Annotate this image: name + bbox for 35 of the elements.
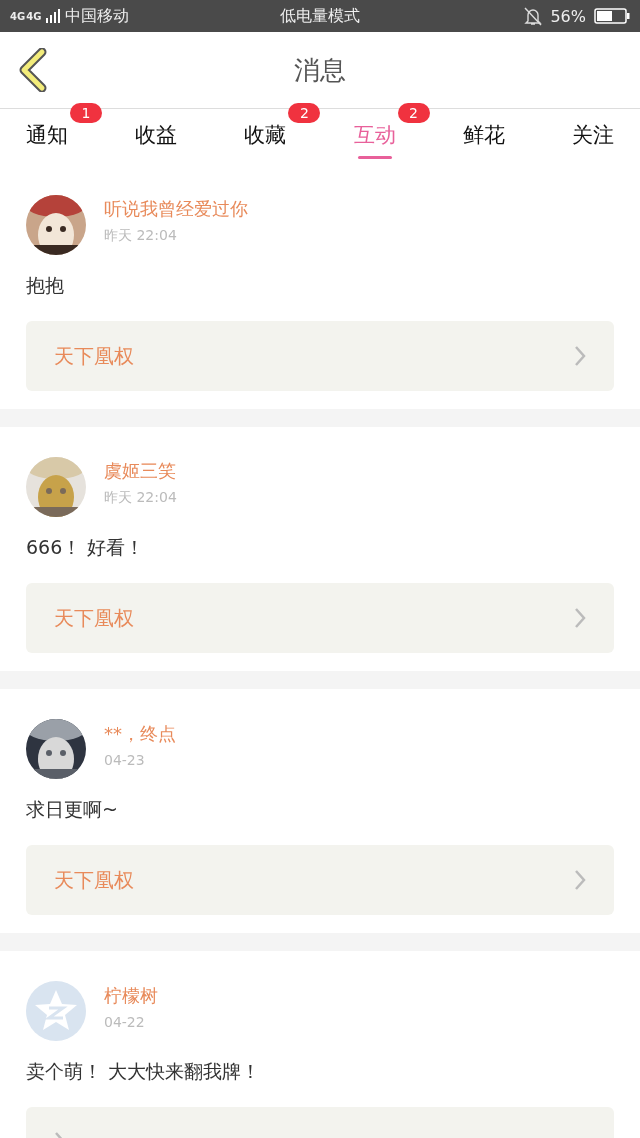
page-title: 消息 [294, 53, 346, 87]
signal-icon [46, 9, 61, 23]
comment-text: 卖个萌！ 大大快来翻我牌！ [26, 1059, 262, 1084]
user-name[interactable]: **，终点 [104, 722, 176, 746]
timestamp: 04-23 [104, 752, 146, 768]
carrier-name: 中国移动 [65, 5, 130, 27]
book-link[interactable]: 天下凰权 [26, 845, 614, 915]
chevron-right-icon [574, 869, 586, 891]
comment-text: 求日更啊~ [26, 797, 119, 822]
comment-text: 666！ 好看！ [26, 535, 146, 560]
count-badge: 2 [397, 103, 430, 123]
count-badge: 2 [288, 103, 321, 123]
tab[interactable]: 鲜花 [450, 109, 517, 149]
battery-percent: 56% [550, 6, 586, 26]
chevron-right-icon [574, 607, 586, 629]
book-link[interactable]: 天下凰权 [26, 321, 614, 391]
book-link[interactable]: 天下凰权 [26, 583, 614, 653]
user-name[interactable]: 听说我曾经爱过你 [104, 197, 248, 221]
count-badge: 1 [70, 103, 102, 123]
user-name[interactable]: 柠檬树 [104, 984, 158, 1008]
battery-icon [594, 8, 630, 24]
comment-text: 抱抱 [26, 273, 65, 298]
tab-indicator [357, 156, 392, 159]
timestamp: 昨天 22:04 [104, 489, 177, 507]
default-avatar-icon [26, 981, 86, 1041]
chevron-right-icon [574, 345, 586, 367]
network-label: 4G [10, 10, 26, 22]
bell-off-icon [524, 6, 543, 26]
power-mode-label: 低电量模式 [280, 5, 360, 27]
timestamp: 04-22 [104, 1014, 146, 1030]
user-name[interactable]: 虞姬三笑 [104, 459, 177, 483]
tab[interactable]: 关注 [559, 109, 626, 149]
network-label: 4G [26, 10, 42, 22]
tab[interactable]: 收益 [123, 109, 190, 149]
timestamp: 昨天 22:04 [104, 227, 178, 245]
